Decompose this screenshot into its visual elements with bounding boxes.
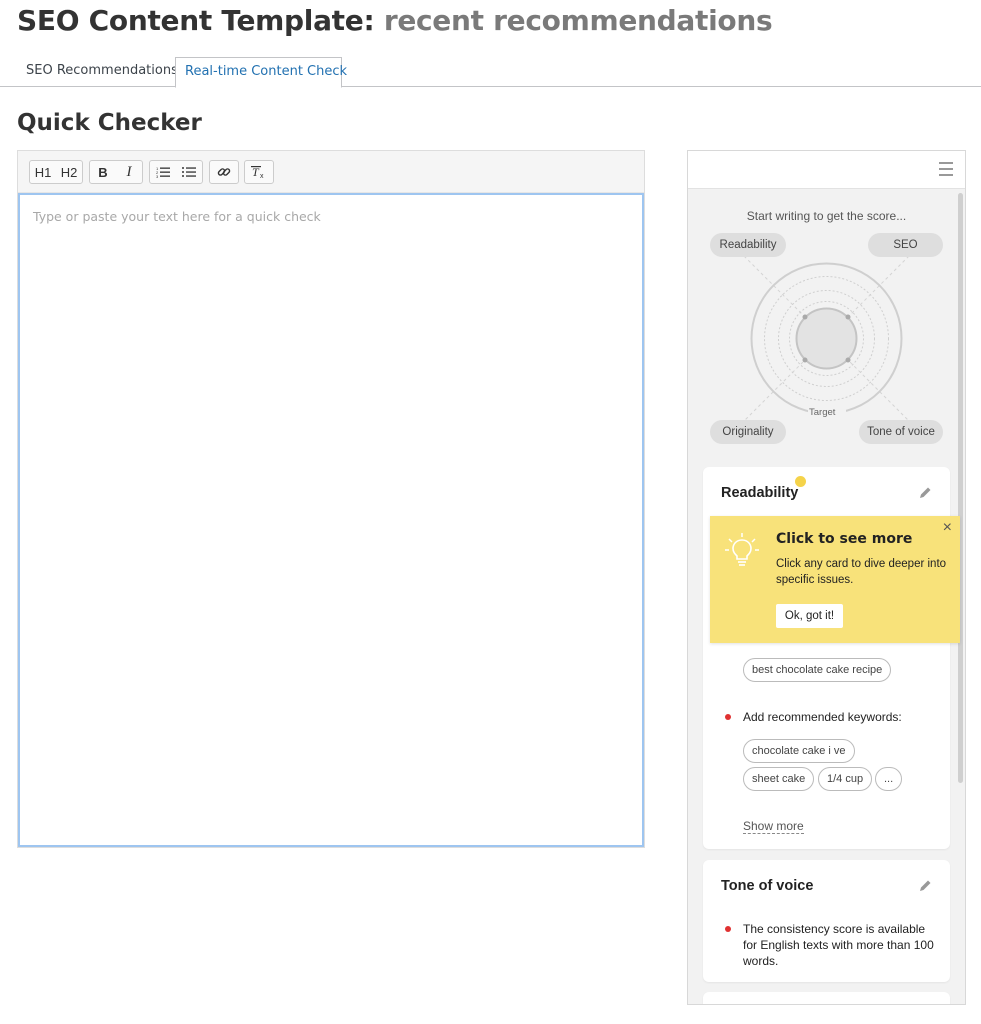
link-icon [217, 168, 231, 176]
page-title: SEO Content Template: recent recommendat… [17, 4, 773, 37]
tone-message: The consistency score is available for E… [743, 922, 934, 968]
h1-button[interactable]: H1 [30, 161, 56, 183]
readability-pill: Readability [710, 233, 786, 257]
quick-checker-title: Quick Checker [17, 110, 202, 136]
tab-bar: SEO Recommendations Real-time Content Ch… [0, 57, 981, 88]
target-keyword-chip[interactable]: best chocolate cake recipe [743, 658, 892, 682]
next-card[interactable] [703, 992, 950, 1004]
tab-seo-recommendations[interactable]: SEO Recommendations [17, 57, 187, 87]
link-button[interactable] [210, 161, 238, 183]
hamburger-menu-icon[interactable] [939, 162, 953, 176]
originality-pill: Originality [710, 420, 786, 444]
heading-group: H1 H2 [29, 160, 83, 184]
keyword-chip[interactable]: 1/4 cup [818, 767, 873, 791]
tone-card-title: Tone of voice [721, 878, 814, 894]
tone-card[interactable]: Tone of voice The consistency score is a… [703, 860, 950, 982]
bold-label: B [98, 164, 108, 180]
list-group: 1 2 3 [149, 160, 203, 184]
ordered-list-button[interactable]: 1 2 3 [150, 161, 176, 183]
tooltip-title: Click to see more [776, 531, 913, 547]
bold-button[interactable]: B [90, 161, 116, 183]
readability-card-title: Readability [721, 485, 799, 501]
h2-label: H2 [60, 164, 78, 180]
tooltip-close-button[interactable]: × [943, 519, 952, 537]
ok-got-it-button[interactable]: Ok, got it! [776, 604, 843, 628]
page-title-sub: recent recommendations [383, 4, 773, 37]
ordered-list-icon: 1 2 3 [156, 166, 170, 178]
notification-dot [795, 476, 806, 487]
italic-button[interactable]: I [116, 161, 142, 183]
tone-pill: Tone of voice [859, 420, 943, 444]
recommended-keywords-label: Add recommended keywords: [743, 710, 902, 724]
keyword-chip[interactable]: sheet cake [743, 767, 815, 791]
editor-toolbar: H1 H2 B I 1 2 3 T x [18, 151, 644, 193]
show-more-link[interactable]: Show more [743, 819, 804, 834]
more-keywords-chip[interactable]: ... [875, 767, 903, 791]
link-group [209, 160, 239, 184]
svg-text:x: x [260, 173, 264, 179]
page-title-main: SEO Content Template: [17, 4, 375, 37]
editor-text-area[interactable]: Type or paste your text here for a quick… [18, 193, 644, 847]
keyword-chip[interactable]: chocolate cake i ve [743, 739, 855, 763]
seo-pill: SEO [868, 233, 943, 257]
pencil-icon[interactable] [918, 486, 932, 500]
quick-checker-editor: H1 H2 B I 1 2 3 T x Type or paste your t… [17, 150, 645, 848]
format-group: B I [89, 160, 143, 184]
tab-realtime-content-check[interactable]: Real-time Content Check [175, 57, 347, 88]
editor-placeholder: Type or paste your text here for a quick… [33, 209, 321, 224]
unordered-list-button[interactable] [176, 161, 202, 183]
lightbulb-icon [725, 533, 759, 566]
italic-label: I [126, 163, 132, 180]
clear-format-button[interactable]: T x [245, 161, 273, 183]
panel-scrollbar[interactable] [958, 193, 963, 783]
score-caption: Start writing to get the score... [746, 209, 907, 223]
tooltip-body: Click any card to dive deeper into speci… [776, 558, 947, 586]
issue-bullet [725, 714, 731, 720]
clear-format-icon: T x [251, 165, 264, 179]
unordered-list-icon [182, 167, 196, 177]
clear-format-group: T x [244, 160, 274, 184]
target-label: Target [809, 407, 836, 418]
issue-bullet [725, 926, 731, 932]
h2-button[interactable]: H2 [56, 161, 82, 183]
click-to-see-more-tooltip: × Click to see more Click any card to di… [710, 516, 960, 643]
score-radar-chart [744, 256, 909, 421]
h1-label: H1 [34, 164, 52, 180]
svg-text:3: 3 [156, 174, 159, 178]
panel-header [688, 151, 965, 189]
pencil-icon[interactable] [918, 879, 932, 893]
